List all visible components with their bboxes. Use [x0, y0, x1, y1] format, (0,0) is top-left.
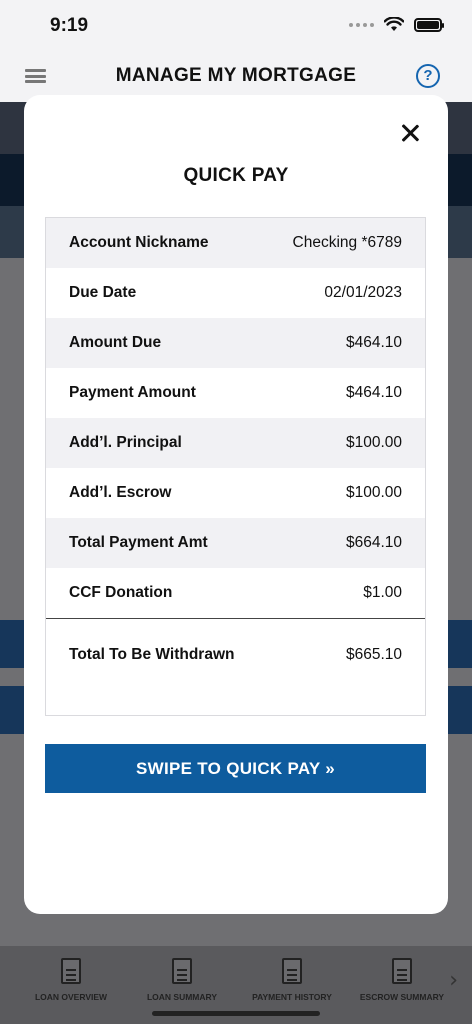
row-label: Add’l. Escrow	[69, 484, 172, 501]
document-clock-icon	[172, 958, 192, 984]
row-value: $1.00	[363, 584, 402, 601]
background-block	[0, 620, 24, 668]
signal-icon	[349, 22, 374, 27]
row-label: Payment Amount	[69, 384, 196, 401]
bottom-tab-bar: LOAN OVERVIEW LOAN SUMMARY PAYMENT HISTO…	[0, 946, 472, 1024]
document-chart-icon	[282, 958, 302, 984]
tab-label: ESCROW SUMMARY	[359, 992, 445, 1002]
table-row: CCF Donation $1.00	[46, 568, 425, 618]
status-icons	[349, 17, 444, 32]
row-value: $664.10	[345, 534, 402, 551]
row-value: $464.10	[345, 384, 402, 401]
chevron-right-icon[interactable]: ›	[449, 968, 458, 993]
close-icon[interactable]	[400, 123, 420, 143]
document-dollar-icon	[392, 958, 412, 984]
status-time: 9:19	[50, 15, 89, 36]
page-title: MANAGE MY MORTGAGE	[115, 65, 357, 86]
row-value: Checking *6789	[292, 234, 402, 251]
row-label: Total Payment Amt	[69, 534, 208, 551]
background-block	[448, 686, 472, 734]
table-row: Payment Amount $464.10	[46, 368, 425, 418]
tab-loan-overview[interactable]: LOAN OVERVIEW	[16, 958, 126, 1002]
tab-escrow-summary[interactable]: ESCROW SUMMARY	[347, 958, 457, 1002]
quick-pay-modal: QUICK PAY Account Nickname Checking *678…	[24, 95, 448, 914]
background-block	[0, 686, 24, 734]
document-icon	[61, 958, 81, 984]
row-label: Due Date	[69, 284, 137, 301]
table-row: Account Nickname Checking *6789	[46, 218, 425, 268]
swipe-to-quick-pay-button[interactable]: SWIPE TO QUICK PAY »	[45, 744, 426, 793]
total-value: $665.10	[345, 646, 402, 663]
tab-loan-summary[interactable]: LOAN SUMMARY	[127, 958, 237, 1002]
table-row: Add’l. Principal $100.00	[46, 418, 425, 468]
background-block	[448, 620, 472, 668]
row-label: Account Nickname	[69, 234, 209, 251]
row-value: $464.10	[345, 334, 402, 351]
row-label: Add’l. Principal	[69, 434, 182, 451]
home-indicator	[152, 1011, 320, 1016]
total-row: Total To Be Withdrawn $665.10	[46, 619, 425, 691]
battery-icon	[414, 17, 444, 32]
status-bar: 9:19	[0, 0, 472, 52]
tab-label: LOAN OVERVIEW	[34, 992, 108, 1002]
table-row: Total Payment Amt $664.10	[46, 518, 425, 568]
row-label: CCF Donation	[69, 584, 173, 601]
tab-label: LOAN SUMMARY	[146, 992, 218, 1002]
table-row: Due Date 02/01/2023	[46, 268, 425, 318]
tab-payment-history[interactable]: PAYMENT HISTORY	[237, 958, 347, 1002]
tab-label: PAYMENT HISTORY	[252, 992, 332, 1002]
table-row: Amount Due $464.10	[46, 318, 425, 368]
row-value: $100.00	[345, 434, 402, 451]
total-label: Total To Be Withdrawn	[69, 646, 235, 663]
wifi-icon	[384, 17, 404, 31]
table-row: Add’l. Escrow $100.00	[46, 468, 425, 518]
row-label: Amount Due	[69, 334, 162, 351]
modal-title: QUICK PAY	[183, 165, 289, 186]
row-value: $100.00	[345, 484, 402, 501]
row-value: 02/01/2023	[324, 284, 402, 301]
help-icon[interactable]: ?	[416, 64, 440, 88]
payment-summary-table: Account Nickname Checking *6789 Due Date…	[45, 217, 426, 716]
